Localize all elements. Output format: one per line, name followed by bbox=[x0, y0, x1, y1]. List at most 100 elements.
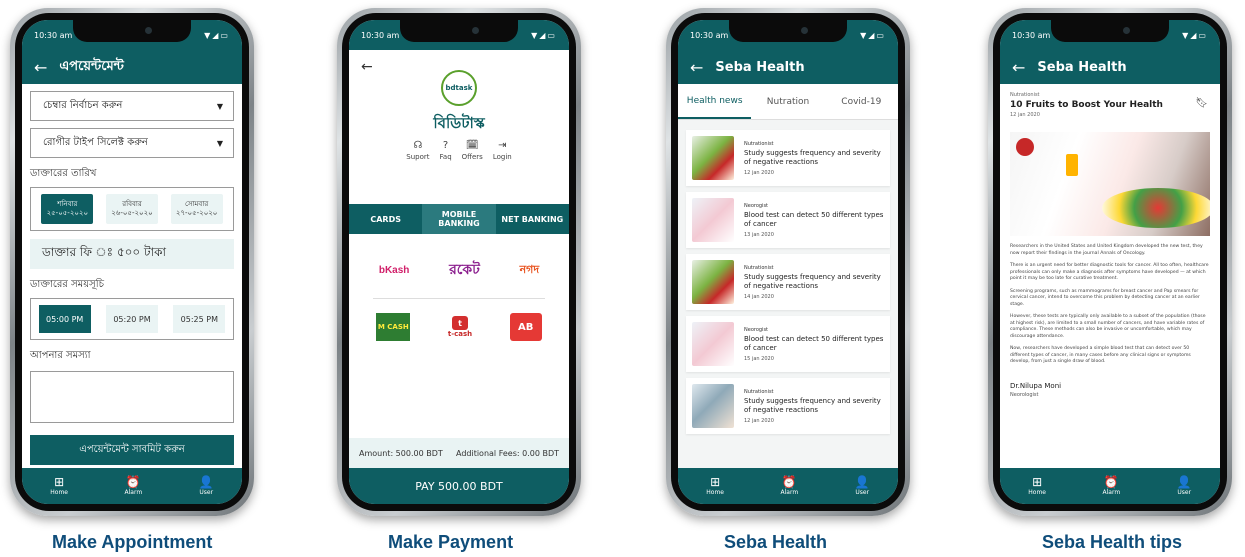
submit-appointment-button[interactable]: এপয়েন্টমেন্ট সাবমিট করুন bbox=[30, 435, 234, 465]
user-icon: 👤 bbox=[198, 475, 214, 489]
mcash-logo[interactable]: M CASH bbox=[376, 313, 411, 341]
chamber-select-label: চেম্বার নির্বাচন করুন bbox=[43, 99, 123, 111]
bookmark-icon[interactable]: 🔖︎ bbox=[1195, 98, 1208, 109]
tab-nutration[interactable]: Nutration bbox=[751, 84, 824, 119]
status-icons: ▼◢▭ bbox=[1182, 30, 1208, 40]
nav-alarm[interactable]: ⏰ Alarm bbox=[125, 476, 143, 497]
news-item[interactable]: Nutrationist Study suggests frequency and… bbox=[686, 130, 890, 186]
tcash-logo[interactable]: t t-cash bbox=[445, 312, 475, 342]
phone-tips: 10:30 am ▼◢▭ ← Seba Health Nutrationist … bbox=[988, 8, 1232, 516]
time-slot[interactable]: 05:20 PM bbox=[105, 305, 158, 333]
bkash-logo[interactable]: bKash bbox=[379, 265, 410, 276]
phone-appointment: 10:30 am ▼◢▭ ← এপয়েন্টমেন্ট চেম্বার নির… bbox=[10, 8, 254, 516]
status-time: 10:30 am bbox=[34, 30, 73, 40]
support-link[interactable]: ☊ Suport bbox=[406, 140, 429, 161]
news-title: Study suggests frequency and severity of… bbox=[744, 148, 881, 166]
news-item[interactable]: Neorogist Blood test can detect 50 differ… bbox=[686, 192, 890, 248]
date-value: ২৫-০৫-২০২০ bbox=[46, 209, 89, 217]
health-tabs: Health news Nutration Covid-19 bbox=[678, 84, 898, 120]
news-title: Study suggests frequency and severity of… bbox=[744, 396, 881, 414]
news-thumbnail bbox=[692, 136, 734, 180]
date-day: শনিবার bbox=[57, 200, 78, 208]
problem-textarea[interactable] bbox=[30, 371, 234, 423]
bottom-nav: ⊞ Home ⏰ Alarm 👤 User bbox=[22, 468, 242, 504]
article-image bbox=[1010, 132, 1210, 236]
news-category: Nutrationist bbox=[744, 264, 774, 271]
back-arrow-icon[interactable]: ← bbox=[1012, 58, 1025, 77]
time-slot[interactable]: 05:25 PM bbox=[173, 305, 226, 333]
news-date: 13 jan 2020 bbox=[744, 231, 774, 238]
news-thumbnail bbox=[692, 384, 734, 428]
grid-icon: ⊞ bbox=[54, 475, 65, 489]
nagad-logo[interactable]: নগদ bbox=[520, 261, 540, 280]
quick-links: ☊ Suport ? Faq 🗓 Offers ⇥ Login bbox=[349, 140, 569, 161]
news-item[interactable]: Nutrationist Study suggests frequency and… bbox=[686, 254, 890, 310]
login-link[interactable]: ⇥ Login bbox=[493, 140, 512, 161]
article-date: 12 jan 2020 bbox=[1010, 112, 1040, 118]
offers-link[interactable]: 🗓 Offers bbox=[462, 140, 483, 161]
date-chip[interactable]: রবিবার ২৬-০৫-২০২০ bbox=[105, 194, 158, 224]
news-category: Neorogist bbox=[744, 326, 769, 333]
back-arrow-icon[interactable]: ← bbox=[34, 58, 47, 77]
fees-label: Additional Fees: 0.00 BDT bbox=[455, 448, 559, 458]
nav-user[interactable]: 👤 User bbox=[198, 475, 214, 497]
nav-home[interactable]: ⊞ Home bbox=[50, 475, 68, 497]
nav-user[interactable]: 👤 User bbox=[1176, 475, 1192, 497]
rocket-logo[interactable]: রকেট bbox=[449, 258, 480, 282]
tab-cards[interactable]: CARDS bbox=[349, 204, 422, 234]
news-thumbnail bbox=[692, 322, 734, 366]
tcash-icon: t bbox=[451, 316, 468, 330]
user-icon: 👤 bbox=[1176, 475, 1192, 489]
date-chip[interactable]: সোমবার ২৭-০৫-২০২০ bbox=[170, 194, 223, 224]
news-date: 15 jan 2020 bbox=[744, 355, 774, 362]
nav-user[interactable]: 👤 User bbox=[855, 476, 870, 497]
nav-alarm[interactable]: ⏰ Alarm bbox=[1103, 476, 1121, 497]
article-paragraph: However, these tests are typically only … bbox=[1010, 314, 1206, 339]
date-value: ২৬-০৫-২০২০ bbox=[111, 209, 153, 217]
phone-health: 10:30 am ▼◢▭ ← Seba Health Health news N… bbox=[666, 8, 910, 516]
caption-health: Seba Health bbox=[724, 532, 828, 552]
status-icons: ▼◢▭ bbox=[860, 30, 886, 40]
news-item[interactable]: Neorogist Blood test can detect 50 differ… bbox=[686, 316, 890, 372]
nav-alarm[interactable]: ⏰ Alarm bbox=[781, 476, 799, 497]
nav-label: User bbox=[855, 489, 870, 496]
caption-appointment: Make Appointment bbox=[52, 532, 213, 552]
date-chip[interactable]: শনিবার ২৫-০৫-২০২০ bbox=[41, 194, 94, 224]
app-bar: ← Seba Health bbox=[1000, 50, 1220, 84]
time-slot[interactable]: 05:00 PM bbox=[38, 305, 91, 333]
pay-button[interactable]: PAY 500.00 BDT bbox=[349, 468, 569, 504]
tab-net-banking[interactable]: NET BANKING bbox=[496, 204, 569, 234]
caption-tips: Seba Health tips bbox=[1042, 532, 1183, 552]
link-label: Faq bbox=[439, 153, 452, 161]
nav-home[interactable]: ⊞ Home bbox=[1028, 475, 1046, 497]
news-item[interactable]: Nutrationist Study suggests frequency and… bbox=[686, 378, 890, 434]
news-title: Blood test can detect 50 different types… bbox=[744, 210, 884, 228]
back-arrow-icon[interactable]: ← bbox=[361, 59, 373, 75]
news-thumbnail bbox=[692, 198, 734, 242]
tcash-label: t-cash bbox=[447, 330, 473, 338]
tab-mobile-banking[interactable]: MOBILE BANKING bbox=[422, 204, 496, 234]
news-category: Neorogist bbox=[744, 202, 769, 209]
news-date: 14 jan 2020 bbox=[744, 293, 774, 300]
article-paragraph: Screening programs, such as mammograms f… bbox=[1010, 288, 1200, 307]
app-bar: ← Seba Health bbox=[678, 50, 898, 84]
grid-icon: ⊞ bbox=[1032, 475, 1043, 489]
divider bbox=[373, 298, 545, 299]
tab-covid[interactable]: Covid-19 bbox=[825, 84, 898, 119]
tab-health-news[interactable]: Health news bbox=[678, 84, 752, 119]
grid-icon: ⊞ bbox=[710, 475, 721, 489]
article-body: Researchers in the United States and Uni… bbox=[1000, 236, 1220, 380]
back-arrow-icon[interactable]: ← bbox=[690, 58, 703, 77]
nav-home[interactable]: ⊞ Home bbox=[706, 475, 724, 497]
amount-label: Amount: 500.00 BDT bbox=[359, 448, 443, 458]
patient-type-label: রোগীর টাইপ সিলেক্ট করুন bbox=[43, 136, 148, 148]
patient-type-select[interactable]: রোগীর টাইপ সিলেক্ট করুন ▼ bbox=[30, 128, 234, 158]
article-title: 10 Fruits to Boost Your Health bbox=[1010, 100, 1163, 110]
chamber-select[interactable]: চেম্বার নির্বাচন করুন ▼ bbox=[30, 91, 234, 121]
status-time: 10:30 am bbox=[1012, 30, 1051, 40]
ab-bank-logo[interactable]: AB bbox=[509, 313, 542, 341]
page-title: Seba Health bbox=[715, 59, 805, 75]
faq-link[interactable]: ? Faq bbox=[440, 140, 452, 161]
article-paragraph: Researchers in the United States and Uni… bbox=[1010, 244, 1203, 256]
page-title: এপয়েন্টমেন্ট bbox=[59, 58, 124, 74]
